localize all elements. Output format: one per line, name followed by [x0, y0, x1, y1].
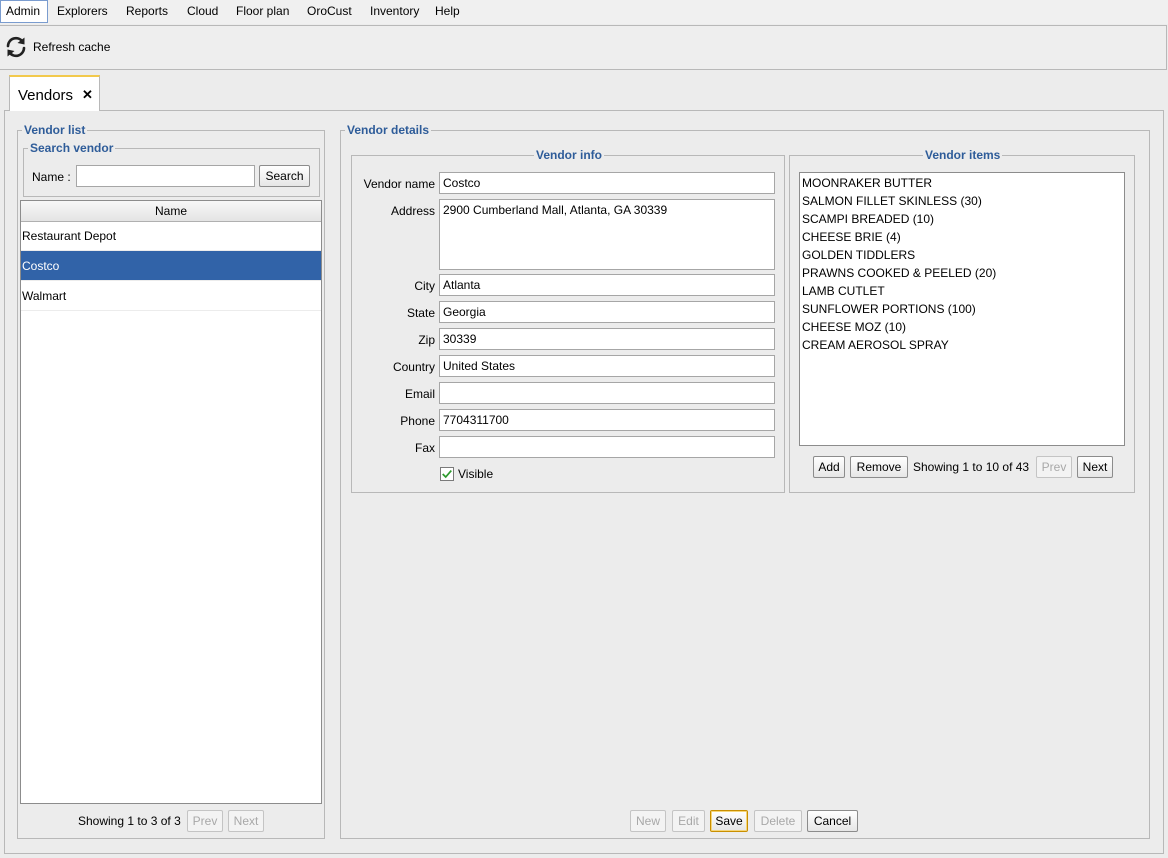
vendor-list-title: Vendor list [22, 123, 88, 137]
phone-label: Phone [400, 414, 435, 428]
vendor-table: Name Restaurant Depot Costco Walmart [20, 200, 322, 804]
items-next-button[interactable]: Next [1077, 456, 1113, 478]
refresh-cache-label: Refresh cache [33, 40, 111, 54]
menu-explorers[interactable]: Explorers [52, 0, 113, 23]
list-item[interactable]: SCAMPI BREADED (10) [802, 210, 934, 228]
checkmark-icon [442, 470, 452, 479]
delete-button[interactable]: Delete [754, 810, 802, 832]
save-button[interactable]: Save [710, 810, 748, 832]
vendor-list-showing: Showing 1 to 3 of 3 [78, 814, 181, 828]
country-label: Country [392, 360, 435, 374]
city-field[interactable]: Atlanta [439, 274, 775, 296]
list-item[interactable]: PRAWNS COOKED & PEELED (20) [802, 264, 996, 282]
country-field[interactable]: United States [439, 355, 775, 377]
table-row-selected[interactable]: Costco [21, 251, 321, 281]
list-item[interactable]: MOONRAKER BUTTER [802, 174, 932, 192]
phone-field[interactable]: 7704311700 [439, 409, 775, 431]
list-item[interactable]: GOLDEN TIDDLERS [802, 246, 915, 264]
fax-field[interactable] [439, 436, 775, 458]
visible-label: Visible [458, 467, 494, 481]
vendor-items-list[interactable]: MOONRAKER BUTTER SALMON FILLET SKINLESS … [799, 172, 1125, 446]
list-item[interactable]: LAMB CUTLET [802, 282, 885, 300]
cancel-button[interactable]: Cancel [807, 810, 858, 832]
toolbar: Refresh cache [0, 25, 1167, 70]
items-prev-button[interactable]: Prev [1036, 456, 1072, 478]
menu-orocust[interactable]: OroCust [302, 0, 357, 23]
vendor-prev-button[interactable]: Prev [187, 810, 223, 832]
vendor-items-title: Vendor items [923, 148, 1003, 162]
state-field[interactable]: Georgia [439, 301, 775, 323]
add-item-button[interactable]: Add [813, 456, 845, 478]
list-item[interactable]: SALMON FILLET SKINLESS (30) [802, 192, 982, 210]
vendor-name-label: Vendor name [363, 177, 435, 191]
new-button[interactable]: New [630, 810, 666, 832]
email-label: Email [404, 387, 435, 401]
visible-checkbox[interactable] [440, 467, 454, 481]
remove-item-button[interactable]: Remove [850, 456, 908, 478]
email-field[interactable] [439, 382, 775, 404]
search-vendor-title: Search vendor [28, 141, 116, 155]
table-row[interactable]: Walmart [21, 281, 321, 311]
menu-inventory[interactable]: Inventory [365, 0, 424, 23]
refresh-cache-button[interactable]: Refresh cache [4, 32, 110, 62]
vendor-details-title: Vendor details [345, 123, 432, 137]
menu-reports[interactable]: Reports [121, 0, 173, 23]
table-row[interactable]: Restaurant Depot [21, 221, 321, 251]
close-icon[interactable]: ✕ [82, 87, 93, 103]
zip-field[interactable]: 30339 [439, 328, 775, 350]
vendor-next-button[interactable]: Next [228, 810, 264, 832]
address-label: Address [390, 204, 435, 218]
name-search-label: Name : [32, 170, 71, 184]
menu-help[interactable]: Help [430, 0, 465, 23]
address-field[interactable]: 2900 Cumberland Mall, Atlanta, GA 30339 [439, 199, 775, 270]
list-item[interactable]: CREAM AEROSOL SPRAY [802, 336, 949, 354]
tab-vendors-label: Vendors [18, 87, 74, 104]
menu-cloud[interactable]: Cloud [182, 0, 223, 23]
state-label: State [406, 306, 435, 320]
column-header-name[interactable]: Name [21, 201, 321, 222]
list-item[interactable]: CHEESE BRIE (4) [802, 228, 901, 246]
menu-floor-plan[interactable]: Floor plan [231, 0, 294, 23]
city-label: City [414, 279, 435, 293]
list-item[interactable]: CHEESE MOZ (10) [802, 318, 906, 336]
vendor-name-field[interactable]: Costco [439, 172, 775, 194]
zip-label: Zip [418, 333, 435, 347]
tab-vendors[interactable]: Vendors ✕ [9, 75, 100, 111]
items-showing: Showing 1 to 10 of 43 [913, 460, 1030, 474]
vendor-info-title: Vendor info [534, 148, 604, 162]
list-item[interactable]: SUNFLOWER PORTIONS (100) [802, 300, 976, 318]
search-button[interactable]: Search [259, 165, 310, 187]
menu-admin[interactable]: Admin [0, 0, 48, 23]
name-search-input[interactable] [76, 165, 255, 187]
refresh-icon [6, 36, 26, 58]
menu-bar: Admin Explorers Reports Cloud Floor plan… [0, 0, 1168, 24]
edit-button[interactable]: Edit [672, 810, 705, 832]
fax-label: Fax [414, 441, 435, 455]
